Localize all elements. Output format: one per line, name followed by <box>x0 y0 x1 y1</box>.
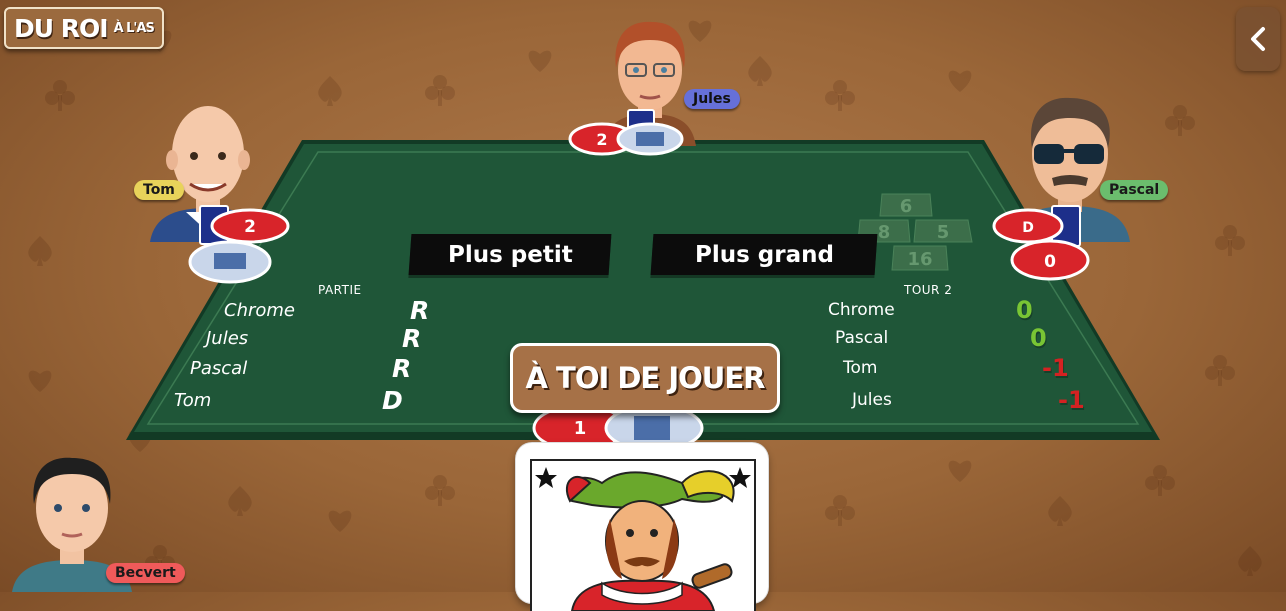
plate-number: 8 <box>878 222 891 243</box>
star-icon <box>535 467 557 488</box>
partie-player-name: Pascal <box>190 358 248 379</box>
tour-score: 0 <box>1030 324 1047 352</box>
partie-player-name: Tom <box>174 390 212 411</box>
tour-score: 0 <box>1016 296 1033 324</box>
jack-figure-icon <box>535 467 751 611</box>
player-badge-jules: Jules <box>684 89 740 109</box>
your-turn-button[interactable]: À TOI DE JOUER <box>510 343 780 413</box>
partie-player-name: Chrome <box>224 300 295 321</box>
tour-player-name: Jules <box>852 390 892 410</box>
plate-number: 5 <box>937 222 950 243</box>
lower-button-label: Plus petit <box>447 241 573 268</box>
tour-score: -1 <box>1058 386 1085 414</box>
bet-chip-value: 2 <box>596 130 607 149</box>
tour-player-name: Tom <box>843 358 878 378</box>
player-badge-becvert: Becvert <box>106 563 185 583</box>
tour-player-name: Pascal <box>835 328 889 348</box>
jules-chips: 2 <box>568 109 684 156</box>
lower-button[interactable]: Plus petit <box>408 234 612 275</box>
tom-chips: 2 <box>188 205 290 284</box>
hand-card[interactable] <box>516 443 768 611</box>
partie-result: R <box>410 296 430 325</box>
tour-player-name: Chrome <box>828 300 895 320</box>
higher-button-label: Plus grand <box>694 241 834 268</box>
plate-number: 6 <box>900 196 913 217</box>
partie-label: PARTIE <box>318 283 362 297</box>
player-badge-pascal: Pascal <box>1100 180 1169 200</box>
bet-chip-value: 0 <box>1044 252 1056 272</box>
bet-chip-value: 2 <box>244 217 256 237</box>
tour-label: TOUR 2 <box>904 283 953 297</box>
your-turn-label: À TOI DE JOUER <box>525 361 766 395</box>
jack-card-face <box>530 459 756 611</box>
tour-score: -1 <box>1042 354 1069 382</box>
pascal-chips: D 0 <box>992 205 1090 281</box>
dealer-chip-label: D <box>1022 220 1034 236</box>
player-badge-tom: Tom <box>134 180 184 200</box>
partie-player-name: Jules <box>206 328 249 349</box>
partie-result: D <box>382 386 403 415</box>
bet-chip-value: 1 <box>574 418 587 439</box>
partie-result: R <box>402 324 422 353</box>
higher-button[interactable]: Plus grand <box>650 234 878 275</box>
plate-number: 16 <box>907 249 932 270</box>
partie-result: R <box>392 354 412 383</box>
